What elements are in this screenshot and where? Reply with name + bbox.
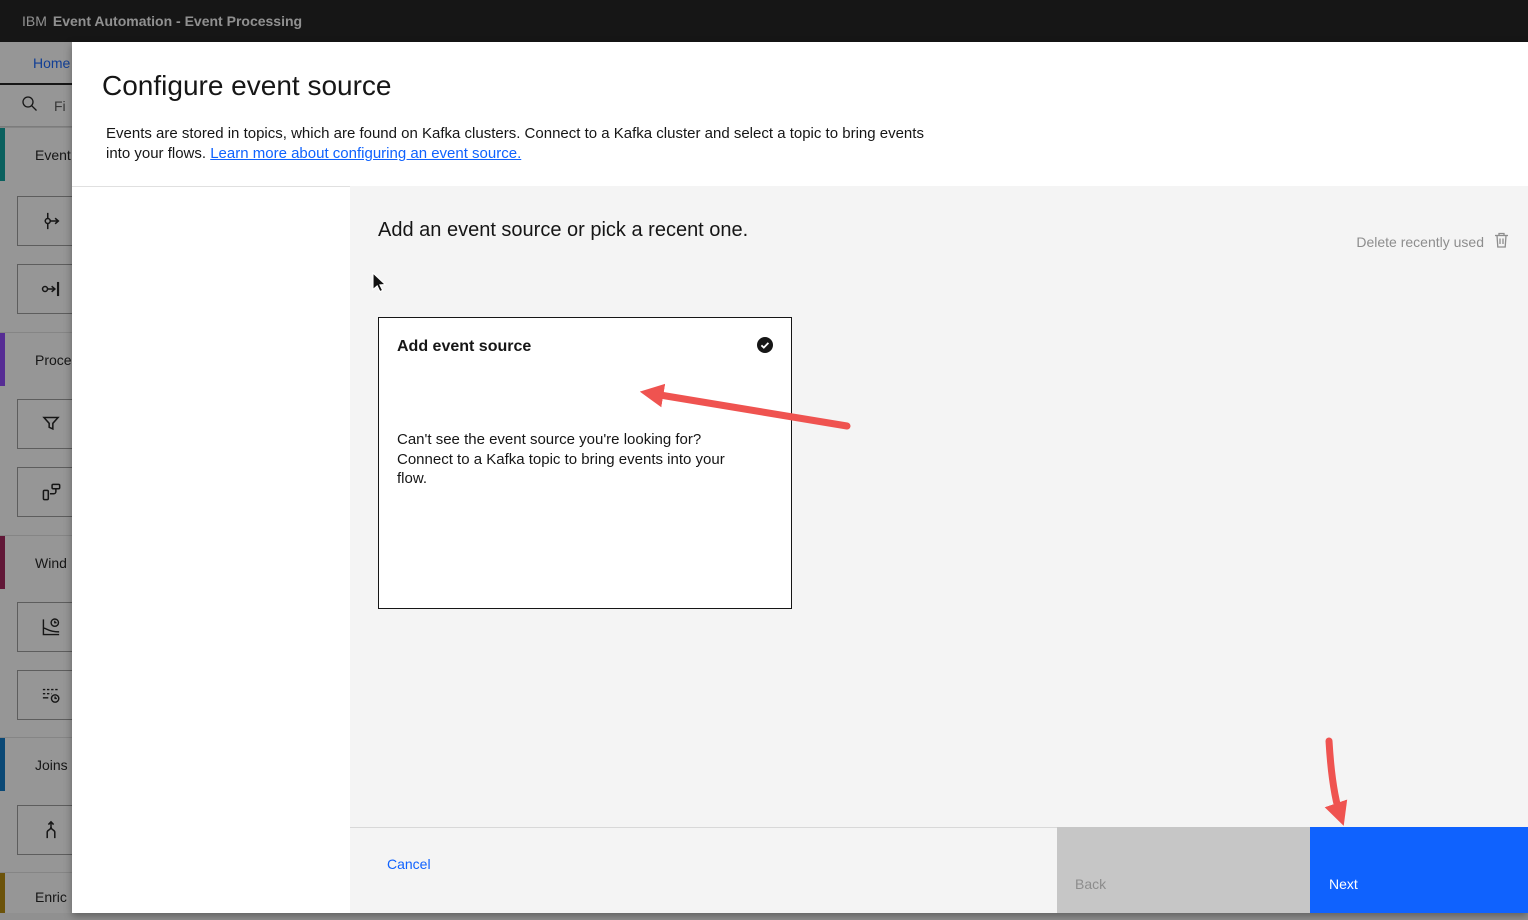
delete-recent-label: Delete recently used [1356,233,1484,250]
modal-description: Events are stored in topics, which are f… [106,124,930,164]
app-window: IBM Event Automation - Event Processing … [0,0,1528,920]
modal-title: Configure event source [102,70,392,101]
next-button[interactable]: Next [1310,827,1528,913]
card-title: Add event source [397,338,532,355]
modal-side-column [72,186,350,913]
modal-footer: Cancel [350,827,1057,913]
back-button[interactable]: Back [1057,827,1310,913]
trash-icon [1493,231,1510,252]
configure-event-source-modal: Configure event source Events are stored… [72,42,1528,913]
selected-check-icon [756,336,774,354]
card-description: Can't see the event source you're lookin… [397,431,725,487]
learn-more-link[interactable]: Learn more about configuring an event so… [210,145,521,162]
event-source-panel: Add an event source or pick a recent one… [350,186,1528,827]
cancel-button[interactable]: Cancel [387,856,431,872]
panel-heading: Add an event source or pick a recent one… [378,219,749,241]
delete-recently-used-button[interactable]: Delete recently used [1350,230,1516,253]
add-event-source-card[interactable]: Add event source Can't see the event sou… [378,317,792,609]
